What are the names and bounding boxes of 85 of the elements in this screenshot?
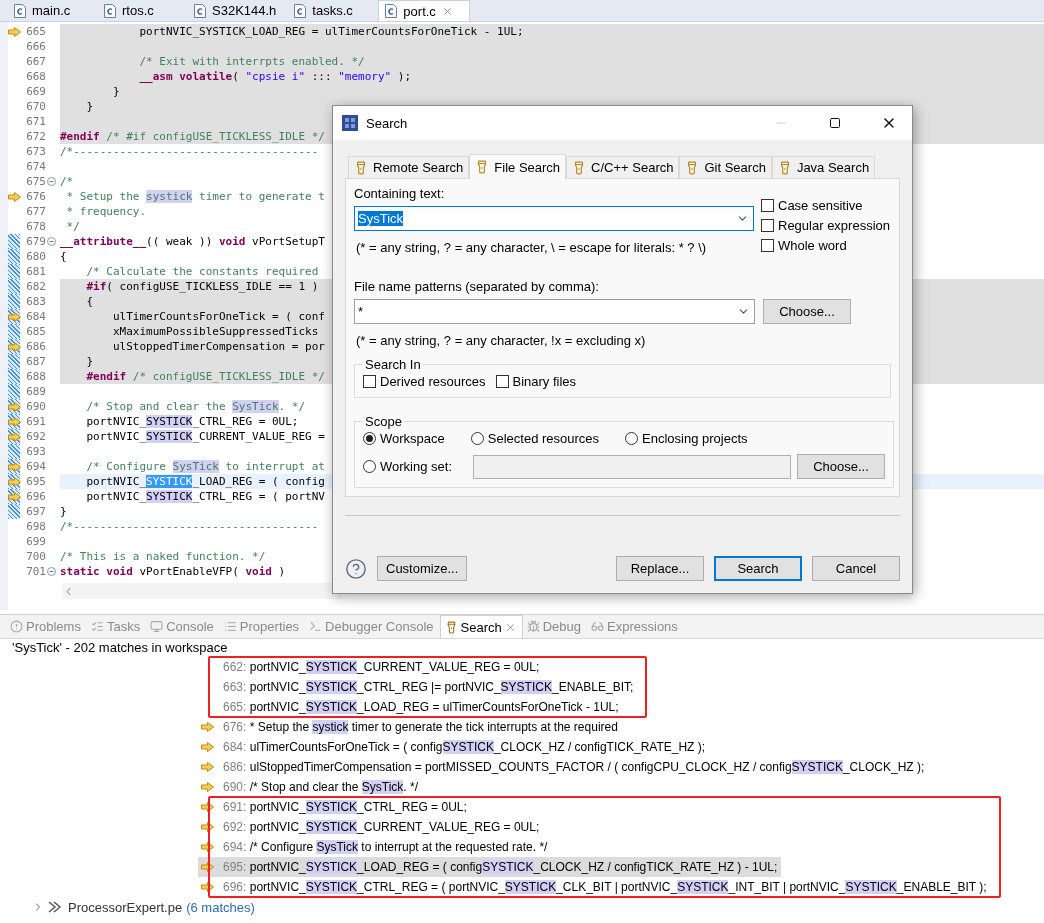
line-number: 688 bbox=[25, 369, 46, 384]
dialog-tab[interactable]: Java Search bbox=[771, 156, 876, 178]
editor-tab[interactable]: tasks.c bbox=[288, 0, 379, 21]
search-summary: 'SysTick' - 202 matches in workspace bbox=[11, 639, 229, 657]
search-result[interactable]: 694: /* Configure SysTick to interrupt at the requested rate. */ bbox=[198, 837, 552, 857]
line-number: 698 bbox=[25, 519, 46, 534]
search-result[interactable]: 684: ulTimerCountsForOneTick = ( configSYSTICK_CLOCK_HZ / configTICK_RATE_HZ ); bbox=[198, 737, 710, 757]
line-number: 668 bbox=[25, 69, 46, 84]
line-number: 679 bbox=[25, 234, 46, 249]
line-number: 672 bbox=[25, 129, 46, 144]
line-number: 693 bbox=[25, 444, 46, 459]
line-number: 682 bbox=[25, 279, 46, 294]
dialog-tab[interactable]: Git Search bbox=[679, 156, 772, 178]
line-number: 674 bbox=[25, 159, 46, 174]
line-number: 695 bbox=[25, 474, 46, 489]
field-label: Containing text: bbox=[354, 185, 446, 202]
line-number: 680 bbox=[25, 249, 46, 264]
line-number: 689 bbox=[25, 384, 46, 399]
line-number: 676 bbox=[25, 189, 46, 204]
hint-text: (* = any string, ? = any character, \ = escape for literals: * ? \) bbox=[356, 239, 708, 256]
line-number: 667 bbox=[25, 54, 46, 69]
line-number: 670 bbox=[25, 99, 46, 114]
dialog-tab[interactable]: C/C++ Search bbox=[566, 156, 680, 178]
group-title: Search In bbox=[364, 357, 422, 372]
line-number: 700 bbox=[25, 549, 46, 564]
radio-button[interactable]: Enclosing projects bbox=[625, 431, 748, 446]
line-number: 675 bbox=[25, 174, 46, 189]
checkbox[interactable]: Binary files bbox=[495, 374, 577, 389]
line-number: 671 bbox=[25, 114, 46, 129]
search-result[interactable]: 676: * Setup the systick timer to generate the tick interrupts at the required bbox=[198, 717, 622, 737]
line-number: 681 bbox=[25, 264, 46, 279]
file-pattern-field[interactable]: * bbox=[354, 299, 755, 324]
customize-button[interactable]: Customize... bbox=[377, 556, 468, 581]
line-number: 690 bbox=[25, 399, 46, 414]
line-number: 678 bbox=[25, 219, 46, 234]
line-number: 666 bbox=[25, 39, 46, 54]
line-number: 684 bbox=[25, 309, 46, 324]
line-number: 696 bbox=[25, 489, 46, 504]
search-result[interactable]: 691: portNVIC_SYSTICK_CTRL_REG = 0UL; bbox=[198, 797, 471, 817]
line-number: 701 bbox=[25, 564, 46, 579]
line-number: 699 bbox=[25, 534, 46, 549]
checkbox[interactable]: Case sensitive bbox=[761, 198, 891, 213]
field-label: File name patterns (separated by comma): bbox=[354, 278, 600, 295]
search-text-field[interactable]: SysTick bbox=[354, 206, 754, 231]
dialog-button[interactable]: Cancel bbox=[812, 556, 900, 581]
search-result[interactable]: 692: portNVIC_SYSTICK_CURRENT_VALUE_REG = 0UL; bbox=[198, 817, 544, 837]
line-number: 669 bbox=[25, 84, 46, 99]
hint-text: (* = any string, ? = any character, !x = excluding x) bbox=[356, 332, 647, 349]
radio-button[interactable]: Selected resources bbox=[470, 431, 600, 446]
dialog-button[interactable]: Replace... bbox=[616, 556, 704, 581]
choose-button[interactable]: Choose... bbox=[763, 299, 851, 324]
match-count: (6 matches) bbox=[186, 899, 255, 915]
dialog-tab[interactable]: Remote Search bbox=[348, 156, 470, 178]
search-result[interactable]: 662: portNVIC_SYSTICK_CURRENT_VALUE_REG = 0UL; bbox=[198, 657, 544, 677]
checkbox[interactable]: Derived resources bbox=[363, 374, 486, 389]
line-number: 691 bbox=[25, 414, 46, 429]
editor-tab[interactable]: S32K144.h bbox=[188, 0, 289, 21]
search-result[interactable]: 695: portNVIC_SYSTICK_LOAD_REG = ( configSYSTICK_CLOCK_HZ / configTICK_RATE_HZ ) - 1UL; bbox=[198, 857, 782, 877]
checkbox[interactable]: Regular expression bbox=[761, 218, 891, 233]
dialog-title: Search bbox=[366, 115, 409, 131]
view-tab[interactable]: Search bbox=[439, 615, 523, 638]
search-result[interactable]: 665: portNVIC_SYSTICK_LOAD_REG = ulTimerCountsForOneTick - 1UL; bbox=[198, 697, 623, 717]
file-name[interactable]: ProcessorExpert.pe bbox=[68, 899, 183, 915]
search-result[interactable]: 686: ulStoppedTimerCompensation = portMISSED_COUNTS_FACTOR / ( configCPU_CLOCK_HZ / configSYSTICK_CLOCK_HZ ); bbox=[198, 757, 929, 777]
line-number: 677 bbox=[25, 204, 46, 219]
line-number: 685 bbox=[25, 324, 46, 339]
editor-tab[interactable]: rtos.c bbox=[98, 0, 188, 21]
line-number: 673 bbox=[25, 144, 46, 159]
checkbox[interactable]: Whole word bbox=[761, 238, 891, 253]
editor-tab[interactable]: main.c bbox=[8, 0, 98, 21]
search-result[interactable]: 696: portNVIC_SYSTICK_CTRL_REG = ( portNVIC_SYSTICK_CLK_BIT | portNVIC_SYSTICK_INT_BIT | portNVIC_SYSTICK_ENABLE_BIT ); bbox=[198, 877, 991, 897]
line-number: 683 bbox=[25, 294, 46, 309]
dialog-button[interactable]: Search bbox=[714, 556, 802, 581]
search-result[interactable]: 690: /* Stop and clear the SysTick. */ bbox=[198, 777, 422, 797]
search-result[interactable]: 663: portNVIC_SYSTICK_CTRL_REG |= portNVIC_SYSTICK_ENABLE_BIT; bbox=[198, 677, 638, 697]
line-number: 686 bbox=[25, 339, 46, 354]
line-number: 697 bbox=[25, 504, 46, 519]
editor-tab[interactable]: port.c bbox=[378, 0, 471, 21]
radio-button[interactable]: Workspace bbox=[363, 431, 445, 446]
line-number: 694 bbox=[25, 459, 46, 474]
line-number: 665 bbox=[25, 24, 46, 39]
line-number: 692 bbox=[25, 429, 46, 444]
group-title: Scope bbox=[364, 414, 403, 429]
line-number: 687 bbox=[25, 354, 46, 369]
dialog-tab[interactable]: File Search bbox=[469, 154, 567, 179]
